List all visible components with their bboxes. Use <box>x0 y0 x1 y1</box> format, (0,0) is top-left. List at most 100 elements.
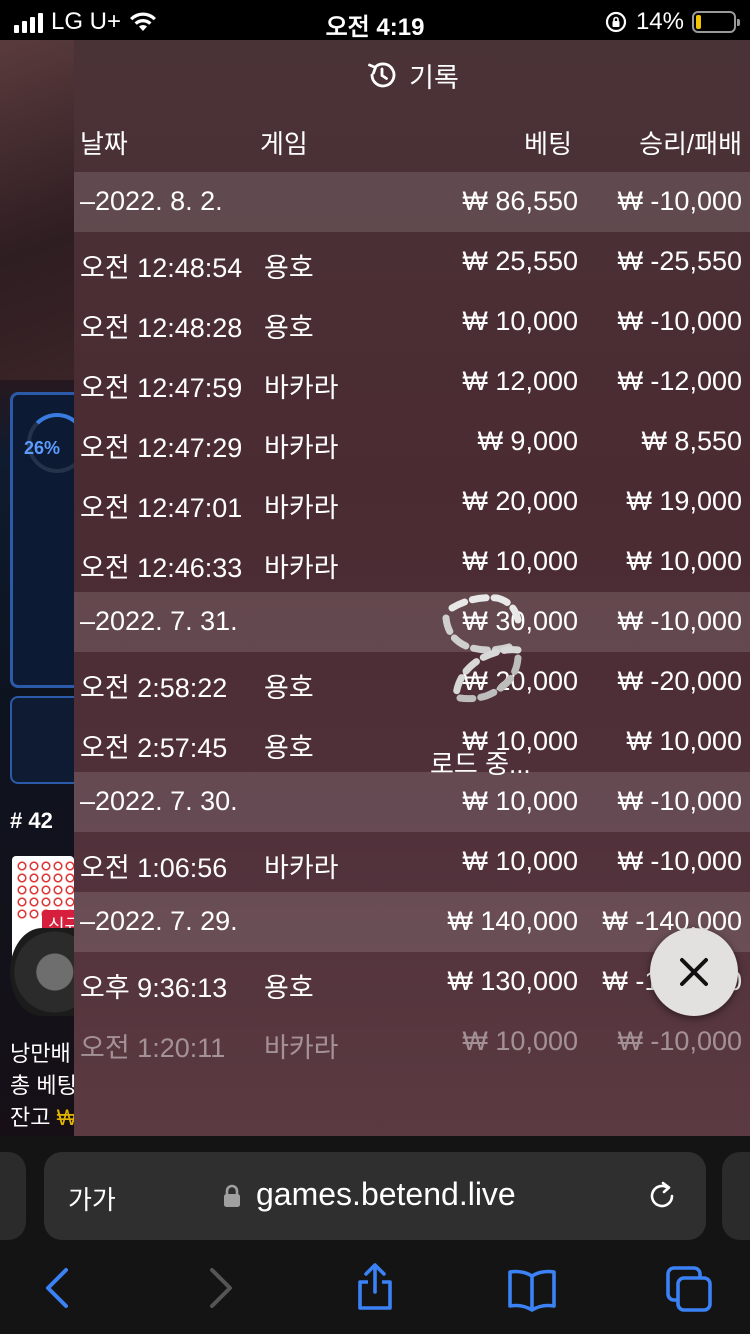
history-bet-cell: ₩ 20,000 <box>462 486 578 516</box>
history-row: 오전 12:47:29 바카라 ₩ 9,000 ₩ 8,550 <box>74 412 750 472</box>
history-time-cell: 오전 2:58:22 <box>80 673 228 703</box>
battery-percent: 14% <box>635 8 684 35</box>
previous-tab-peek[interactable] <box>0 1152 26 1240</box>
next-tab-peek[interactable] <box>722 1152 750 1240</box>
status-bar: LG U+ 오전 4:19 14% <box>0 0 750 41</box>
date-group-row: –2022. 7. 30. ₩ 10,000 ₩ -10,000 <box>74 772 750 832</box>
history-time-cell: 오후 9:36:13 <box>80 973 228 1003</box>
battery-fill <box>696 15 702 29</box>
history-bet-cell: ₩ 9,000 <box>477 426 578 456</box>
total-bet-label: 총 베팅 <box>10 1073 77 1098</box>
history-row: 오전 12:46:33 바카라 ₩ 10,000 ₩ 10,000 <box>74 532 750 592</box>
history-result-cell: ₩ -10,000 <box>617 186 742 216</box>
url-text: games.betend.live <box>256 1176 516 1212</box>
history-bet-cell: ₩ 10,000 <box>462 1026 578 1056</box>
history-game-cell: 용호 <box>264 253 314 283</box>
history-game-cell: 용호 <box>264 733 314 763</box>
history-row: 오전 2:57:45 용호 ₩ 10,000 ₩ 10,000 <box>74 712 750 772</box>
history-time-cell: –2022. 7. 30. <box>80 786 238 816</box>
history-bet-cell: ₩ 10,000 <box>462 846 578 876</box>
history-result-cell: ₩ 8,550 <box>641 426 742 456</box>
history-modal: 기록 날짜 게임 베팅 승리/패배 –2022. 8. 2. ₩ 86,550 ₩ … <box>74 40 750 1136</box>
lock-icon <box>224 1184 240 1207</box>
history-game-cell: 용호 <box>264 973 314 1003</box>
history-result-cell: ₩ -10,000 <box>617 1026 742 1056</box>
history-result-cell: ₩ -10,000 <box>617 786 742 816</box>
background-photo <box>0 40 74 380</box>
history-time-cell: 오전 12:48:28 <box>80 313 243 343</box>
column-date: 날짜 <box>80 129 128 159</box>
history-result-cell: ₩ -10,000 <box>617 846 742 876</box>
history-time-cell: –2022. 7. 31. <box>80 606 238 636</box>
history-game-cell: 바카라 <box>264 493 339 523</box>
history-result-cell: ₩ 10,000 <box>626 546 742 576</box>
history-time-cell: 오전 12:47:01 <box>80 493 243 523</box>
history-result-cell: ₩ -20,000 <box>617 666 742 696</box>
close-icon <box>680 958 708 986</box>
history-bet-cell: ₩ 10,000 <box>462 306 578 336</box>
history-result-cell: ₩ -25,550 <box>617 246 742 276</box>
history-bet-cell: ₩ 140,000 <box>447 906 578 936</box>
history-time-cell: –2022. 7. 29. <box>80 906 238 936</box>
history-result-cell: ₩ -10,000 <box>617 606 742 636</box>
modal-title: 기록 <box>409 62 459 93</box>
history-time-cell: 오전 1:06:56 <box>80 853 228 883</box>
history-row: 오전 12:48:28 용호 ₩ 10,000 ₩ -10,000 <box>74 292 750 352</box>
history-bet-cell: ₩ 25,550 <box>462 246 578 276</box>
forward-button-icon[interactable] <box>198 1266 242 1310</box>
back-button-icon[interactable] <box>36 1266 80 1310</box>
history-time-cell: 오전 12:46:33 <box>80 553 243 583</box>
browser-toolbar: 가가 games.betend.live <box>0 1136 750 1334</box>
table-card[interactable] <box>10 392 87 688</box>
dealer-thumbnail[interactable] <box>10 928 74 1016</box>
tabs-icon[interactable] <box>664 1264 714 1312</box>
share-icon[interactable] <box>352 1262 398 1312</box>
history-row: 오전 12:48:54 용호 ₩ 25,550 ₩ -25,550 <box>74 232 750 292</box>
table-card-footer[interactable] <box>10 696 74 784</box>
history-game-cell: 용호 <box>264 313 314 343</box>
history-time-cell: 오전 2:57:45 <box>80 733 228 763</box>
progress-label: 26% <box>24 438 61 458</box>
history-game-cell: 바카라 <box>264 433 339 463</box>
column-result: 승리/패배 <box>639 129 742 159</box>
history-game-cell: 바카라 <box>264 373 339 403</box>
modal-header: 기록 <box>74 40 750 110</box>
history-game-cell: 용호 <box>264 673 314 703</box>
address-bar[interactable]: 가가 games.betend.live <box>44 1152 706 1240</box>
history-bet-cell: ₩ 86,550 <box>462 186 578 216</box>
history-row: 오전 12:47:59 바카라 ₩ 12,000 ₩ -12,000 <box>74 352 750 412</box>
history-time-cell: 오전 1:20:11 <box>80 1033 226 1063</box>
history-result-cell: ₩ 19,000 <box>626 486 742 516</box>
history-time-cell: 오전 12:48:54 <box>80 253 243 283</box>
history-result-cell: ₩ 10,000 <box>626 726 742 756</box>
history-game-cell: 바카라 <box>264 1033 339 1063</box>
history-game-cell: 바카라 <box>264 553 339 583</box>
history-bet-cell: ₩ 130,000 <box>447 966 578 996</box>
balance-label: 잔고 <box>10 1105 51 1130</box>
table-name: 낭만배 <box>10 1041 71 1066</box>
column-game: 게임 <box>260 129 308 159</box>
history-row: 오전 12:47:01 바카라 ₩ 20,000 ₩ 19,000 <box>74 472 750 532</box>
close-button[interactable] <box>650 928 738 1016</box>
history-row: 오후 9:36:13용호₩ 130,000₩ -130,000 <box>74 952 750 1012</box>
round-number: # 42 <box>10 808 53 833</box>
history-time-cell: –2022. 8. 2. <box>80 186 223 216</box>
history-time-cell: 오전 12:47:59 <box>80 373 243 403</box>
page-settings-button[interactable]: 가가 <box>68 1180 116 1217</box>
date-group-row: –2022. 7. 31. ₩ 30,000 ₩ -10,000 <box>74 592 750 652</box>
loading-spinner-icon <box>442 594 522 703</box>
column-bet: 베팅 <box>524 129 572 159</box>
loading-text: 로드 중... <box>430 749 531 779</box>
status-right: 14% <box>604 8 740 36</box>
history-bet-cell: ₩ 10,000 <box>462 786 578 816</box>
history-row: 오전 1:06:56 바카라 ₩ 10,000 ₩ -10,000 <box>74 832 750 892</box>
date-group-row: –2022. 7. 29. ₩ 140,000 ₩ -140,000 <box>74 892 750 952</box>
history-game-cell: 바카라 <box>264 853 339 883</box>
history-row: 오전 1:20:11 바카라 ₩ 10,000 ₩ -10,000 <box>74 1012 750 1072</box>
battery-icon <box>692 11 740 33</box>
reload-icon[interactable] <box>644 1178 680 1214</box>
bookmarks-icon[interactable] <box>506 1268 558 1312</box>
history-result-cell: ₩ -12,000 <box>617 366 742 396</box>
history-bet-cell: ₩ 10,000 <box>462 546 578 576</box>
date-group-row: –2022. 8. 2. ₩ 86,550 ₩ -10,000 <box>74 172 750 232</box>
